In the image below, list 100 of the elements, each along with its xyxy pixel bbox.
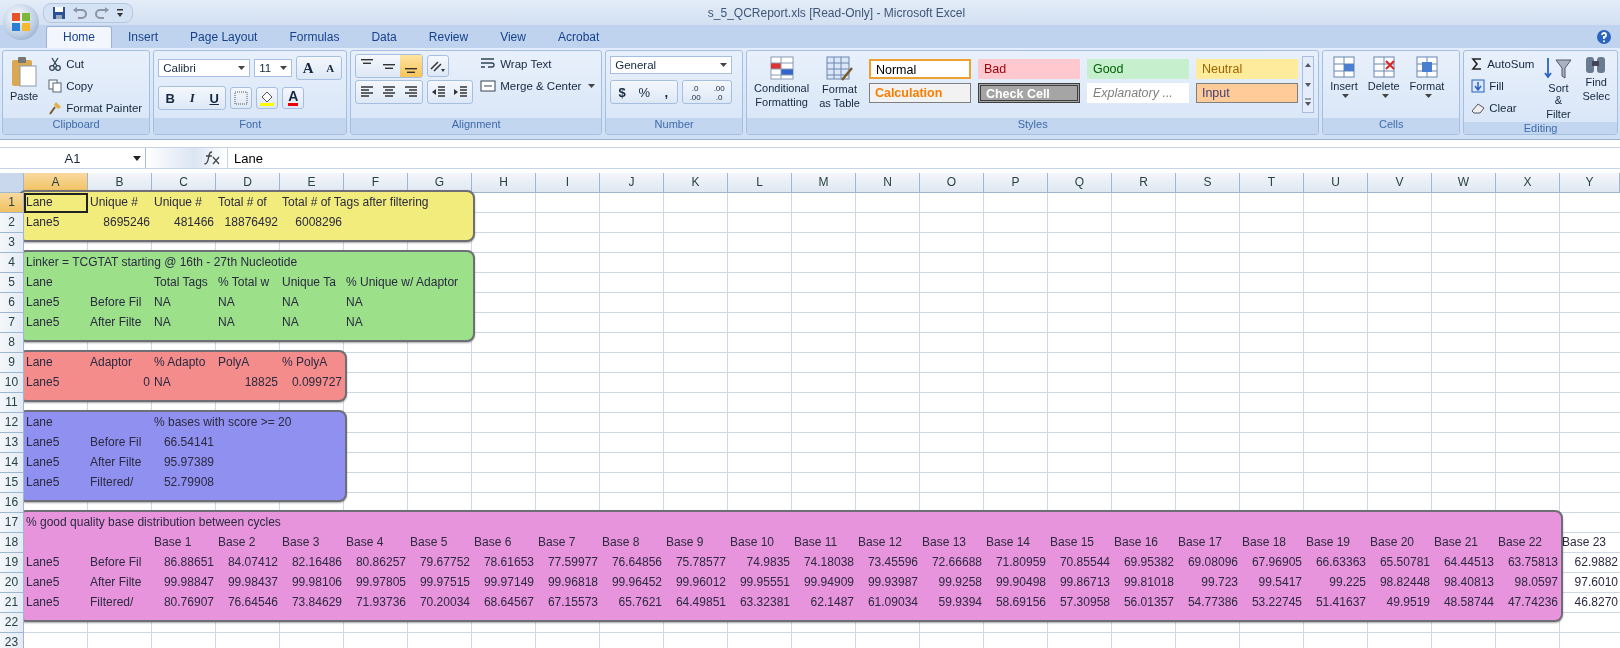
- row-header[interactable]: 18: [0, 533, 24, 553]
- underline-button[interactable]: U: [203, 87, 226, 109]
- table-cell-text: NA: [281, 294, 300, 311]
- row-header[interactable]: 20: [0, 573, 24, 593]
- find-select-button[interactable]: Find Selec: [1579, 54, 1613, 104]
- column-header[interactable]: X: [1496, 173, 1560, 192]
- column-header[interactable]: R: [1112, 173, 1176, 192]
- column-header[interactable]: T: [1240, 173, 1304, 192]
- italic-button[interactable]: I: [181, 87, 204, 109]
- row-header[interactable]: 21: [0, 593, 24, 613]
- fill-button[interactable]: Fill: [1468, 76, 1538, 96]
- paste-button[interactable]: Paste: [7, 54, 42, 104]
- function-icon[interactable]: [203, 151, 221, 165]
- merge-center-button[interactable]: Merge & Center: [477, 76, 599, 96]
- row-header[interactable]: 3: [0, 233, 24, 253]
- copy-button[interactable]: Copy: [45, 76, 146, 96]
- cell-style[interactable]: Explanatory ...: [1086, 83, 1189, 103]
- column-header[interactable]: K: [664, 173, 728, 192]
- row-header[interactable]: 15: [0, 473, 24, 493]
- grow-font-button[interactable]: A: [297, 57, 320, 79]
- decimal-button[interactable]: .00 .0: [707, 81, 732, 103]
- row-header[interactable]: 4: [0, 253, 24, 273]
- cell-style[interactable]: Input: [1195, 83, 1298, 103]
- customize-caret-icon[interactable]: [116, 7, 124, 18]
- cell-style[interactable]: Neutral: [1195, 59, 1298, 79]
- row-header[interactable]: 19: [0, 553, 24, 573]
- ribbon-tab[interactable]: Acrobat: [541, 27, 616, 48]
- column-header[interactable]: Y: [1560, 173, 1620, 192]
- row-header[interactable]: 12: [0, 413, 24, 433]
- fill-color-button[interactable]: [256, 87, 279, 109]
- column-header[interactable]: W: [1432, 173, 1496, 192]
- row-header[interactable]: 23: [0, 633, 24, 648]
- cell-style[interactable]: Bad: [977, 59, 1080, 79]
- column-header[interactable]: I: [536, 173, 600, 192]
- cells-button[interactable]: Delete: [1364, 54, 1403, 100]
- office-button[interactable]: [3, 4, 39, 40]
- clear-button[interactable]: Clear: [1468, 98, 1538, 118]
- comma-button[interactable]: ,: [655, 81, 678, 103]
- cells-button[interactable]: Insert: [1327, 54, 1361, 100]
- ribbon-tab[interactable]: Home: [46, 26, 112, 48]
- ribbon-tab[interactable]: Page Layout: [174, 27, 274, 48]
- decimal-button[interactable]: .0 .00: [683, 81, 708, 103]
- cells-button[interactable]: Format: [1406, 54, 1448, 100]
- row-header[interactable]: 13: [0, 433, 24, 453]
- format-painter-button[interactable]: Format Painter: [45, 98, 146, 118]
- help-icon[interactable]: [1596, 29, 1612, 45]
- row-header[interactable]: 8: [0, 333, 24, 353]
- currency-button[interactable]: $: [611, 81, 634, 103]
- table-cell-text: 99.5417: [1257, 574, 1303, 591]
- column-header[interactable]: J: [600, 173, 664, 192]
- row-header[interactable]: 14: [0, 453, 24, 473]
- row-header[interactable]: 22: [0, 613, 24, 633]
- ribbon-tab[interactable]: Review: [412, 27, 485, 48]
- cell-style[interactable]: Normal: [868, 59, 971, 79]
- row-header[interactable]: 1: [0, 193, 24, 213]
- font-color-button[interactable]: A: [282, 87, 305, 109]
- font-name-dropdown[interactable]: Calibri: [158, 59, 251, 77]
- table-cell-text: 63.32381: [738, 594, 791, 611]
- save-icon[interactable]: [52, 5, 66, 20]
- column-header[interactable]: L: [728, 173, 792, 192]
- row-header[interactable]: 2: [0, 213, 24, 233]
- row-header[interactable]: 17: [0, 513, 24, 533]
- grid-icon: [1416, 56, 1438, 78]
- gallery-scroll[interactable]: [1301, 56, 1314, 113]
- font-size-dropdown[interactable]: 11: [254, 59, 293, 77]
- sort-filter-button[interactable]: Sort & Filter: [1541, 54, 1576, 122]
- column-header[interactable]: M: [792, 173, 856, 192]
- column-header[interactable]: S: [1176, 173, 1240, 192]
- row-header[interactable]: 11: [0, 393, 24, 413]
- column-header[interactable]: N: [856, 173, 920, 192]
- number-format-dropdown[interactable]: General: [610, 56, 733, 74]
- table-cell-text: Base 2: [217, 534, 257, 551]
- row-header[interactable]: 5: [0, 273, 24, 293]
- row-header[interactable]: 7: [0, 313, 24, 333]
- ribbon-tab[interactable]: Formulas: [273, 27, 356, 48]
- orientation-button[interactable]: [427, 55, 450, 77]
- column-header[interactable]: H: [472, 173, 536, 192]
- cell-style[interactable]: Good: [1086, 59, 1189, 79]
- ribbon-tab[interactable]: Insert: [112, 27, 175, 48]
- ribbon-tab[interactable]: Data: [355, 27, 413, 48]
- wrap-text-button[interactable]: Wrap Text: [477, 54, 599, 74]
- formula-field[interactable]: Lane: [228, 150, 1620, 166]
- column-header[interactable]: V: [1368, 173, 1432, 192]
- autosum-button[interactable]: AutoSum: [1468, 54, 1538, 74]
- percent-button[interactable]: %: [633, 81, 656, 103]
- shrink-font-button[interactable]: A: [319, 57, 342, 79]
- ribbon-tab[interactable]: View: [484, 27, 542, 48]
- vertical-align-button[interactable]: [400, 55, 423, 77]
- column-header[interactable]: O: [920, 173, 984, 192]
- column-header[interactable]: Q: [1048, 173, 1112, 192]
- column-header[interactable]: P: [984, 173, 1048, 192]
- row-header[interactable]: 6: [0, 293, 24, 313]
- conditional-formatting-button[interactable]: Conditional Formatting: [751, 54, 813, 110]
- row-header[interactable]: 10: [0, 373, 24, 393]
- bold-button[interactable]: B: [159, 87, 182, 109]
- column-header[interactable]: U: [1304, 173, 1368, 192]
- row-header[interactable]: 9: [0, 353, 24, 373]
- format-as-table-button[interactable]: Format as Table: [816, 54, 863, 111]
- row-header[interactable]: 16: [0, 493, 24, 513]
- cut-button[interactable]: Cut: [45, 54, 146, 74]
